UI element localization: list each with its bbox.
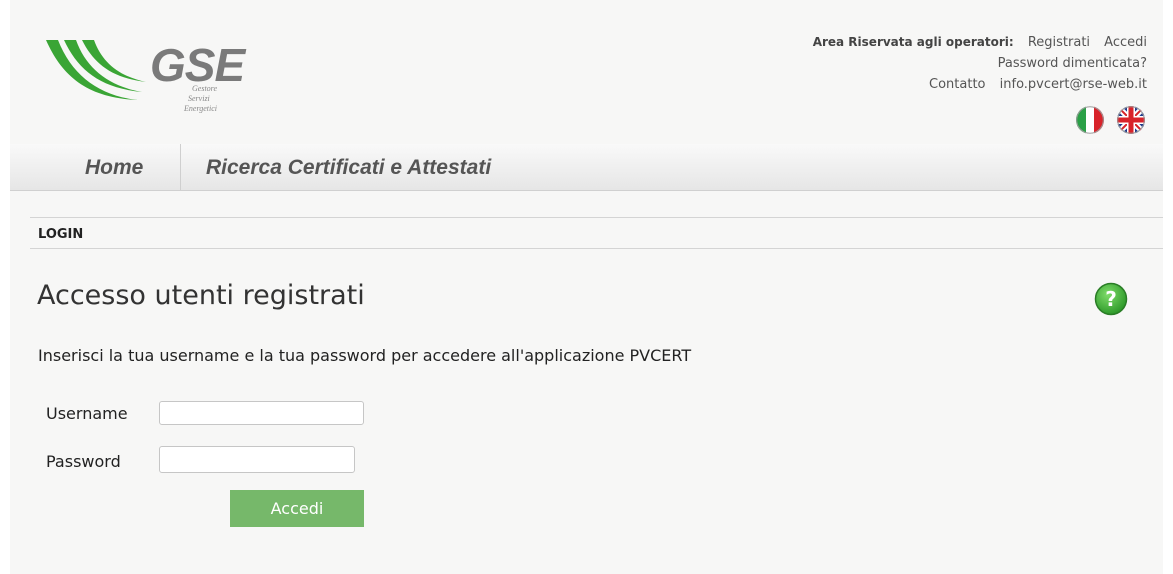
breadcrumb: LOGIN [38, 227, 84, 242]
contact-label: Contatto [929, 77, 986, 92]
breadcrumb-divider-bottom [30, 248, 1163, 249]
logo-subline-2: Servizi [188, 94, 210, 103]
gse-swoosh-icon [46, 40, 146, 100]
language-selector [1068, 106, 1145, 136]
logo-subline-3: Energetici [184, 104, 218, 113]
italian-flag-icon[interactable] [1075, 106, 1104, 134]
svg-text:?: ? [1105, 287, 1117, 311]
page-title: Accesso utenti registrati [37, 280, 365, 311]
login-button[interactable]: Accedi [230, 490, 364, 527]
login-link[interactable]: Accedi [1104, 35, 1147, 50]
uk-flag-icon[interactable] [1117, 106, 1145, 134]
top-links: Area Riservata agli operatori: Registrat… [813, 32, 1147, 95]
reserved-area-label: Area Riservata agli operatori: [812, 35, 1014, 49]
contact-email-link[interactable]: info.pvcert@rse-web.it [1000, 77, 1147, 92]
breadcrumb-divider-top [30, 217, 1163, 218]
register-link[interactable]: Registrati [1028, 35, 1090, 50]
username-label: Username [46, 404, 128, 423]
nav-item-ricerca-certificati[interactable]: Ricerca Certificati e Attestati [206, 144, 491, 190]
intro-text: Inserisci la tua username e la tua passw… [38, 346, 692, 365]
nav-divider [180, 144, 181, 190]
logo-subline-1: Gestore [192, 84, 218, 93]
password-label: Password [46, 452, 121, 471]
password-field[interactable] [159, 446, 355, 473]
forgot-password-link[interactable]: Password dimenticata? [998, 56, 1147, 71]
username-field[interactable] [159, 401, 364, 425]
main-nav: Home Ricerca Certificati e Attestati [10, 144, 1163, 191]
account-row: Area Riservata agli operatori: Registrat… [813, 32, 1147, 53]
page: GSE Gestore Servizi Energetici Area Rise… [10, 0, 1163, 574]
question-icon[interactable]: ? [1094, 282, 1128, 316]
nav-item-home[interactable]: Home [85, 144, 143, 190]
gse-logo[interactable]: GSE Gestore Servizi Energetici [42, 28, 245, 128]
